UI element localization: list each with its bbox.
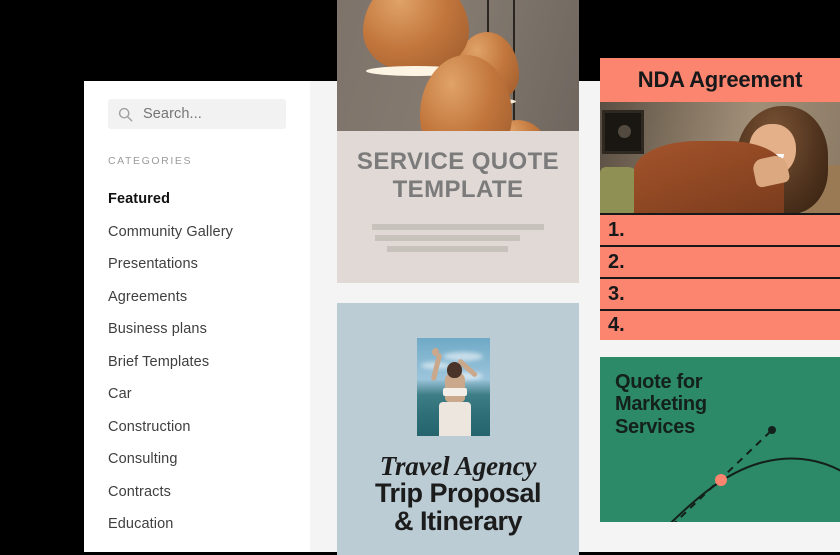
travel-agency-subtitle: Trip Proposal & Itinerary	[337, 479, 579, 536]
sidebar-item-construction[interactable]: Construction	[108, 411, 286, 444]
template-column-middle: SERVICE QUOTE TEMPLATE Travel Agency Tri…	[337, 0, 579, 555]
nda-row-3: 3.	[600, 277, 840, 309]
template-column-right: NDA Agreement 1. 2. 3. 4. Quote for Mark…	[600, 58, 840, 522]
nda-photo	[600, 102, 840, 213]
sidebar-item-brief-templates[interactable]: Brief Templates	[108, 346, 286, 379]
sidebar: CATEGORIES Featured Community Gallery Pr…	[84, 81, 310, 552]
sidebar-item-contracts[interactable]: Contracts	[108, 476, 286, 509]
search-input[interactable]	[143, 106, 276, 122]
sidebar-item-community-gallery[interactable]: Community Gallery	[108, 216, 286, 249]
sidebar-item-consulting[interactable]: Consulting	[108, 443, 286, 476]
nda-row-1: 1.	[600, 213, 840, 245]
travel-agency-subtitle-line2: & Itinerary	[393, 506, 523, 537]
service-quote-title-line2: TEMPLATE	[392, 175, 524, 203]
sidebar-item-education[interactable]: Education	[108, 508, 286, 541]
service-quote-title: SERVICE QUOTE TEMPLATE	[337, 148, 579, 204]
sidebar-item-featured[interactable]: Featured	[108, 183, 286, 216]
service-quote-title-line1: SERVICE QUOTE	[356, 148, 560, 175]
template-card-nda-agreement[interactable]: NDA Agreement 1. 2. 3. 4.	[600, 58, 840, 340]
marketing-quote-graphic	[670, 426, 840, 522]
service-quote-photo	[337, 0, 579, 131]
template-card-service-quote[interactable]: SERVICE QUOTE TEMPLATE	[337, 0, 579, 283]
travel-agency-photo	[417, 338, 490, 436]
sidebar-item-presentations[interactable]: Presentations	[108, 248, 286, 281]
categories-heading: CATEGORIES	[108, 155, 193, 167]
search-icon	[118, 107, 133, 121]
template-card-marketing-quote[interactable]: Quote for Marketing Services	[600, 357, 840, 522]
category-list: Featured Community Gallery Presentations…	[108, 183, 286, 541]
sidebar-item-car[interactable]: Car	[108, 378, 286, 411]
nda-row-4: 4.	[600, 309, 840, 340]
service-quote-placeholder-lines	[337, 224, 579, 257]
nda-numbered-rows: 1. 2. 3. 4.	[600, 213, 840, 340]
nda-title: NDA Agreement	[637, 67, 803, 92]
sidebar-item-agreements[interactable]: Agreements	[108, 281, 286, 314]
app-root: CATEGORIES Featured Community Gallery Pr…	[0, 0, 840, 555]
sidebar-item-business-plans[interactable]: Business plans	[108, 313, 286, 346]
nda-row-2: 2.	[600, 245, 840, 277]
travel-agency-subtitle-line1: Trip Proposal	[374, 478, 542, 508]
search-field[interactable]	[108, 99, 286, 129]
template-card-travel-agency[interactable]: Travel Agency Trip Proposal & Itinerary	[337, 303, 579, 555]
